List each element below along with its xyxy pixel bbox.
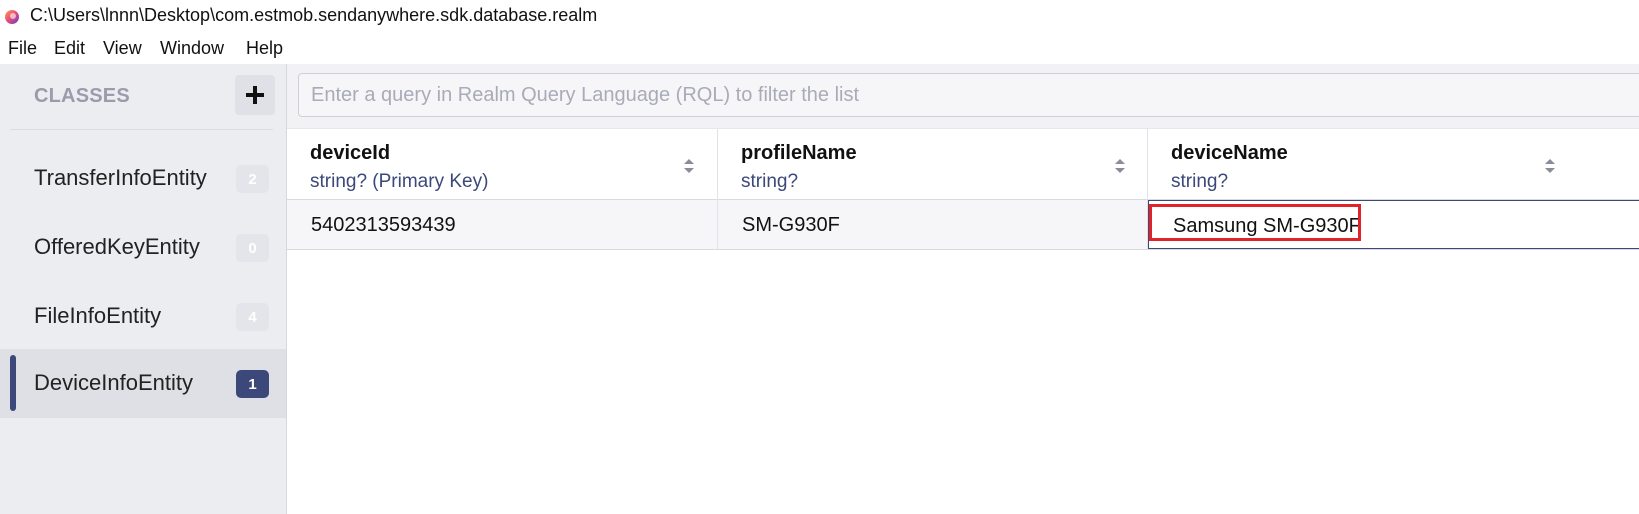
add-class-button[interactable] (235, 75, 275, 115)
column-header-deviceid[interactable]: deviceId string? (Primary Key) (287, 129, 718, 200)
menu-view[interactable]: View (103, 38, 142, 59)
sort-icon[interactable] (683, 157, 695, 175)
class-item-transferinfoentity[interactable]: TransferInfoEntity 2 (0, 144, 286, 213)
query-bar (287, 64, 1639, 128)
table-row[interactable]: 5402313593439 SM-G930F Samsung SM-G930F (287, 200, 1639, 250)
class-label: FileInfoEntity (34, 303, 162, 328)
column-header-devicename[interactable]: deviceName string? (1148, 129, 1639, 200)
menu-window[interactable]: Window (160, 38, 224, 59)
class-item-fileinfoentity[interactable]: FileInfoEntity 4 (0, 282, 286, 351)
class-count-badge: 0 (236, 234, 269, 262)
sort-icon[interactable] (1114, 157, 1126, 175)
column-name: deviceName (1171, 142, 1288, 164)
column-name: profileName (741, 142, 857, 164)
sidebar-divider (10, 129, 273, 130)
menu-edit[interactable]: Edit (54, 38, 85, 59)
menu-bar: File Edit View Window Help (0, 34, 1639, 64)
selection-indicator (10, 355, 16, 411)
class-item-deviceinfoentity[interactable]: DeviceInfoEntity 1 (0, 349, 286, 418)
realm-app-icon (5, 10, 19, 24)
class-count-badge: 2 (236, 165, 269, 193)
plus-icon (246, 86, 264, 104)
rql-query-input[interactable] (298, 73, 1639, 117)
cell-value: SM-G930F (742, 214, 840, 236)
title-bar: C:\Users\lnnn\Desktop\com.estmob.sendany… (0, 0, 1639, 34)
column-type: string? (741, 171, 799, 192)
sort-icon[interactable] (1544, 157, 1556, 175)
menu-help[interactable]: Help (246, 38, 283, 59)
column-header-profilename[interactable]: profileName string? (718, 129, 1148, 200)
classes-sidebar: CLASSES TransferInfoEntity 2 OfferedKeyE… (0, 64, 287, 514)
classes-header: CLASSES (34, 85, 130, 107)
column-name: deviceId (310, 142, 391, 164)
class-item-offeredkeyentity[interactable]: OfferedKeyEntity 0 (0, 213, 286, 282)
class-label: DeviceInfoEntity (34, 370, 193, 395)
class-count-badge: 1 (236, 370, 269, 398)
table-header: deviceId string? (Primary Key) profileNa… (287, 128, 1639, 200)
window-title: C:\Users\lnnn\Desktop\com.estmob.sendany… (30, 5, 598, 25)
class-count-badge: 4 (236, 303, 269, 331)
cell-value: 5402313593439 (311, 214, 456, 236)
column-type: string? (Primary Key) (310, 171, 489, 192)
cell-profilename[interactable]: SM-G930F (718, 200, 1148, 249)
column-type: string? (1171, 171, 1229, 192)
class-label: OfferedKeyEntity (34, 234, 200, 259)
highlight-box (1149, 204, 1361, 241)
class-label: TransferInfoEntity (34, 165, 207, 190)
cell-deviceid[interactable]: 5402313593439 (287, 200, 718, 249)
menu-file[interactable]: File (8, 38, 37, 59)
